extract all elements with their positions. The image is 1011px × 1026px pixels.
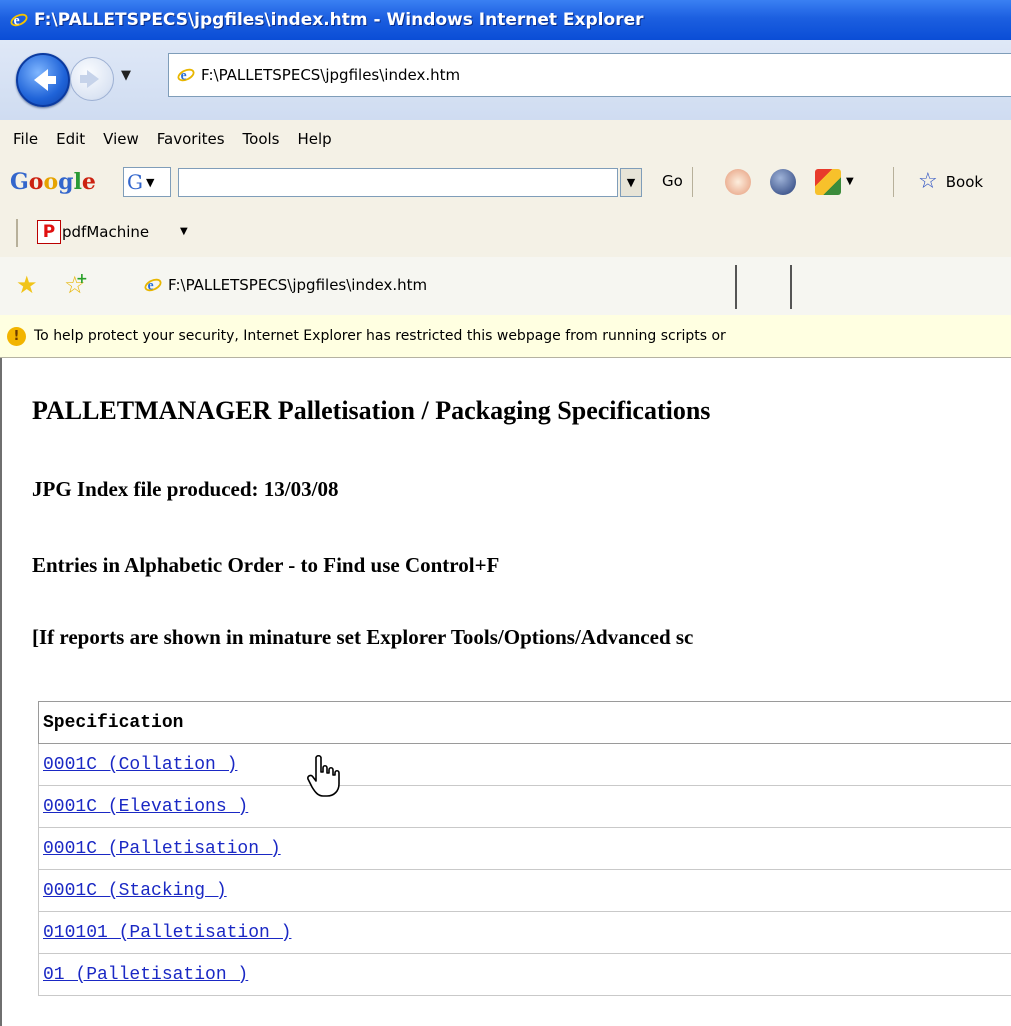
address-bar[interactable]: e F:\PALLETSPECS\jpgfiles\index.htm bbox=[168, 53, 1011, 97]
spec-link[interactable]: 0001C (Stacking ) bbox=[43, 881, 227, 901]
tab-separator bbox=[735, 265, 737, 309]
window-title-bar: e F:\PALLETSPECS\jpgfiles\index.htm - Wi… bbox=[0, 0, 1011, 40]
toolbar-separator bbox=[893, 167, 894, 197]
page-ie-icon: e bbox=[177, 68, 195, 83]
order-hint-line: Entries in Alphabetic Order - to Find us… bbox=[32, 553, 500, 577]
popup-blocker-icon[interactable] bbox=[725, 169, 751, 195]
table-header-row: Specification bbox=[38, 701, 1011, 744]
spec-link[interactable]: 0001C (Elevations ) bbox=[43, 797, 248, 817]
google-g-button[interactable]: G ▼ bbox=[123, 167, 171, 197]
spec-link[interactable]: 0001C (Palletisation ) bbox=[43, 839, 281, 859]
miniature-note-line: [If reports are shown in minature set Ex… bbox=[32, 625, 694, 649]
tab-row: ★ ☆ + e F:\PALLETSPECS\jpgfiles\index.ht… bbox=[0, 257, 1011, 316]
google-logo[interactable]: Google bbox=[10, 169, 96, 195]
google-toolbar: Google G ▼ ▼ Go ▼ ☆ Book bbox=[0, 157, 1011, 208]
table-row: 01 (Palletisation ) bbox=[38, 953, 1011, 996]
internet-explorer-icon: e bbox=[10, 13, 28, 28]
toolbar-separator bbox=[692, 167, 693, 197]
spec-link[interactable]: 010101 (Palletisation ) bbox=[43, 923, 291, 943]
pdfmachine-icon: P bbox=[37, 220, 61, 244]
svg-text:e: e bbox=[14, 13, 20, 28]
plus-icon: + bbox=[76, 271, 88, 287]
info-bar-message: To help protect your security, Internet … bbox=[34, 328, 726, 344]
menu-tools[interactable]: Tools bbox=[243, 130, 280, 148]
tab-title: F:\PALLETSPECS\jpgfiles\index.htm bbox=[168, 276, 428, 294]
warning-shield-icon: ! bbox=[7, 326, 26, 346]
pdfmachine-button[interactable]: pdfMachine bbox=[62, 223, 149, 241]
svg-text:e: e bbox=[148, 278, 154, 293]
window-title: F:\PALLETSPECS\jpgfiles\index.htm - Wind… bbox=[34, 10, 644, 30]
pagerank-icon[interactable] bbox=[770, 169, 796, 195]
recent-pages-dropdown-icon[interactable]: ▼ bbox=[121, 68, 131, 83]
toolbar-grip bbox=[16, 219, 18, 247]
chevron-down-icon[interactable]: ▼ bbox=[180, 226, 188, 237]
page-heading: PALLETMANAGER Palletisation / Packaging … bbox=[32, 396, 711, 425]
menu-file[interactable]: File bbox=[13, 130, 38, 148]
favorites-center-icon[interactable]: ★ bbox=[16, 271, 38, 299]
security-info-bar[interactable]: ! To help protect your security, Interne… bbox=[0, 315, 1011, 358]
autofill-icon[interactable] bbox=[815, 169, 841, 195]
bookmarks-button[interactable]: ☆ Book bbox=[918, 169, 983, 194]
table-header-specification: Specification bbox=[38, 701, 1011, 744]
autofill-dropdown-icon[interactable]: ▼ bbox=[846, 176, 854, 187]
table-row: 010101 (Palletisation ) bbox=[38, 911, 1011, 954]
menu-view[interactable]: View bbox=[103, 130, 139, 148]
chevron-down-icon: ▼ bbox=[145, 175, 155, 189]
tab-separator bbox=[790, 265, 792, 309]
menu-bar: File Edit View Favorites Tools Help bbox=[0, 120, 1011, 158]
tab-ie-icon: e bbox=[144, 278, 162, 293]
google-search-input[interactable] bbox=[178, 168, 618, 197]
spec-link[interactable]: 01 (Palletisation ) bbox=[43, 965, 248, 985]
table-row: 0001C (Collation ) bbox=[38, 743, 1011, 786]
table-row: 0001C (Stacking ) bbox=[38, 869, 1011, 912]
menu-favorites[interactable]: Favorites bbox=[157, 130, 225, 148]
address-url: F:\PALLETSPECS\jpgfiles\index.htm bbox=[201, 66, 461, 84]
forward-button[interactable] bbox=[70, 57, 114, 101]
tab-current[interactable]: e F:\PALLETSPECS\jpgfiles\index.htm bbox=[144, 276, 427, 294]
forward-arrow-icon bbox=[80, 70, 99, 88]
specification-table: Specification 0001C (Collation ) 0001C (… bbox=[38, 701, 1011, 996]
search-dropdown-button[interactable]: ▼ bbox=[620, 168, 642, 197]
page-content: PALLETMANAGER Palletisation / Packaging … bbox=[0, 358, 1011, 1026]
bookmark-star-icon: ☆ bbox=[918, 169, 938, 194]
svg-text:e: e bbox=[181, 68, 187, 83]
navigation-bar: ▼ e F:\PALLETSPECS\jpgfiles\index.htm bbox=[0, 40, 1011, 121]
pdfmachine-toolbar: P pdfMachine ▼ bbox=[0, 207, 1011, 258]
spec-link[interactable]: 0001C (Collation ) bbox=[43, 755, 237, 775]
menu-help[interactable]: Help bbox=[298, 130, 332, 148]
table-row: 0001C (Palletisation ) bbox=[38, 827, 1011, 870]
back-arrow-icon bbox=[34, 69, 56, 91]
index-date-line: JPG Index file produced: 13/03/08 bbox=[32, 477, 339, 501]
go-button[interactable]: Go bbox=[662, 172, 683, 190]
menu-edit[interactable]: Edit bbox=[56, 130, 85, 148]
table-row: 0001C (Elevations ) bbox=[38, 785, 1011, 828]
back-button[interactable] bbox=[16, 53, 70, 107]
